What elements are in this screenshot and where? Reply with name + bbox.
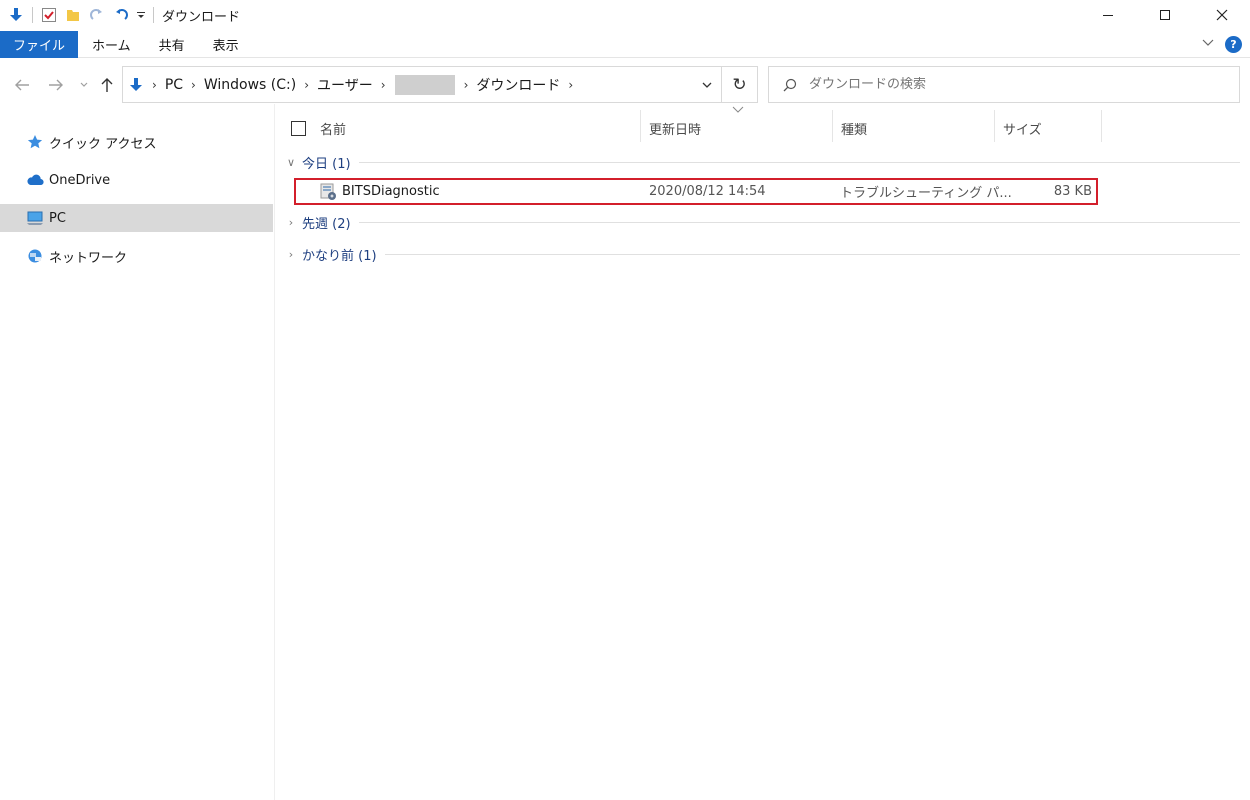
address-history-dropdown-icon[interactable] bbox=[699, 77, 715, 93]
title-bar: ダウンロード bbox=[0, 0, 1250, 30]
column-header-type[interactable]: 種類 bbox=[841, 108, 867, 148]
ribbon-tabs: ファイル ホーム 共有 表示 ? bbox=[0, 30, 1250, 58]
sort-chevron-icon bbox=[731, 104, 745, 114]
cloud-icon bbox=[26, 171, 44, 189]
breadcrumb-downloads[interactable]: ダウンロード bbox=[473, 75, 563, 95]
quick-access-toolbar bbox=[0, 0, 160, 30]
search-icon bbox=[783, 78, 797, 92]
title-separator bbox=[153, 7, 154, 23]
group-label: 先週 (2) bbox=[302, 216, 351, 232]
file-list-pane: 名前 更新日時 種類 サイズ ∨ 今日 (1) BITSDiagnostic 2… bbox=[276, 104, 1250, 800]
tab-home[interactable]: ホーム bbox=[78, 31, 145, 58]
breadcrumb-users[interactable]: ユーザー bbox=[314, 75, 376, 95]
sidebar-item-onedrive[interactable]: OneDrive bbox=[0, 166, 273, 194]
window-title: ダウンロード bbox=[162, 9, 241, 25]
column-type-label: 種類 bbox=[841, 122, 868, 138]
breadcrumb: › PC › Windows (C:) › ユーザー › › ダウンロード › bbox=[123, 67, 578, 102]
group-divider bbox=[384, 253, 1240, 255]
refresh-icon: ↻ bbox=[732, 74, 747, 95]
sidebar-item-pc[interactable]: PC bbox=[0, 204, 273, 232]
tab-view[interactable]: 表示 bbox=[199, 31, 253, 58]
sidebar-item-label: OneDrive bbox=[49, 172, 111, 188]
undo-icon[interactable] bbox=[111, 4, 131, 26]
computer-icon bbox=[26, 209, 44, 227]
properties-check-icon[interactable] bbox=[39, 4, 59, 26]
file-type: トラブルシューティング パ... bbox=[840, 186, 1012, 201]
group-label: 今日 (1) bbox=[302, 156, 351, 172]
customize-dropdown-icon[interactable] bbox=[135, 4, 147, 26]
file-name: BITSDiagnostic bbox=[342, 184, 440, 199]
forward-arrow-icon[interactable] bbox=[46, 75, 66, 95]
new-folder-icon[interactable] bbox=[63, 4, 83, 26]
close-button[interactable] bbox=[1193, 0, 1250, 30]
window-controls bbox=[1079, 0, 1250, 30]
breadcrumb-separator-icon[interactable]: › bbox=[459, 78, 474, 92]
breadcrumb-separator-icon[interactable]: › bbox=[299, 78, 314, 92]
navigation-pane: クイック アクセス OneDrive PC ネットワーク bbox=[0, 104, 275, 800]
breadcrumb-separator-icon[interactable]: › bbox=[376, 78, 391, 92]
search-box[interactable] bbox=[768, 66, 1240, 103]
group-header-long-ago[interactable]: › かなり前 (1) bbox=[284, 243, 1240, 265]
star-icon bbox=[26, 133, 44, 151]
file-date: 2020/08/12 14:54 bbox=[649, 184, 766, 199]
back-arrow-icon[interactable] bbox=[12, 75, 32, 95]
troubleshooting-pack-icon bbox=[318, 182, 338, 202]
refresh-button[interactable]: ↻ bbox=[722, 66, 758, 103]
maximize-button[interactable] bbox=[1136, 0, 1193, 30]
breadcrumb-drive-c[interactable]: Windows (C:) bbox=[201, 77, 299, 93]
column-divider[interactable] bbox=[640, 110, 641, 142]
group-header-today[interactable]: ∨ 今日 (1) bbox=[284, 151, 1240, 173]
column-header-size[interactable]: サイズ bbox=[1003, 108, 1042, 148]
expand-chevron-icon[interactable]: › bbox=[284, 216, 298, 229]
network-icon bbox=[26, 247, 44, 265]
expand-chevron-icon[interactable]: › bbox=[284, 248, 298, 261]
column-divider[interactable] bbox=[994, 110, 995, 142]
tab-share[interactable]: 共有 bbox=[145, 31, 199, 58]
group-divider bbox=[358, 161, 1240, 163]
up-arrow-icon[interactable] bbox=[97, 75, 117, 95]
file-size: 83 KB bbox=[1053, 184, 1092, 199]
redacted-username bbox=[394, 74, 455, 95]
column-size-label: サイズ bbox=[1003, 122, 1042, 138]
column-header-name[interactable]: 名前 bbox=[291, 108, 346, 148]
download-arrow-icon[interactable] bbox=[6, 4, 26, 26]
group-header-last-week[interactable]: › 先週 (2) bbox=[284, 211, 1240, 233]
sidebar-item-label: PC bbox=[49, 210, 66, 226]
breadcrumb-separator-icon[interactable]: › bbox=[186, 78, 201, 92]
address-row: › PC › Windows (C:) › ユーザー › › ダウンロード › … bbox=[0, 66, 1250, 104]
column-header-date[interactable]: 更新日時 bbox=[649, 108, 701, 148]
breadcrumb-pc[interactable]: PC bbox=[162, 77, 186, 93]
redo-icon[interactable] bbox=[87, 4, 107, 26]
breadcrumb-separator-icon[interactable]: › bbox=[147, 78, 162, 92]
minimize-button[interactable] bbox=[1079, 0, 1136, 30]
collapse-chevron-icon[interactable]: ∨ bbox=[284, 156, 298, 169]
ribbon-right-controls: ? bbox=[1201, 31, 1242, 58]
select-all-checkbox[interactable] bbox=[291, 120, 306, 136]
recent-locations-chevron-icon[interactable] bbox=[74, 75, 94, 95]
column-date-label: 更新日時 bbox=[649, 122, 702, 138]
toolbar-separator bbox=[32, 7, 33, 23]
sidebar-item-label: ネットワーク bbox=[49, 250, 128, 266]
group-label: かなり前 (1) bbox=[302, 248, 377, 264]
sidebar-item-quick-access[interactable]: クイック アクセス bbox=[0, 128, 273, 156]
column-divider[interactable] bbox=[832, 110, 833, 142]
download-location-icon bbox=[129, 77, 143, 93]
table-row[interactable]: BITSDiagnostic 2020/08/12 14:54 トラブルシューテ… bbox=[294, 178, 1098, 205]
help-icon[interactable]: ? bbox=[1225, 36, 1242, 53]
column-name-label: 名前 bbox=[320, 122, 347, 138]
expand-ribbon-chevron-icon[interactable] bbox=[1201, 37, 1215, 52]
group-divider bbox=[358, 221, 1240, 223]
column-divider[interactable] bbox=[1101, 110, 1102, 142]
search-input[interactable] bbox=[809, 77, 1209, 92]
tab-file[interactable]: ファイル bbox=[0, 30, 79, 58]
sidebar-item-label: クイック アクセス bbox=[49, 136, 157, 152]
sidebar-item-network[interactable]: ネットワーク bbox=[0, 242, 273, 270]
breadcrumb-separator-icon[interactable]: › bbox=[563, 78, 578, 92]
address-bar[interactable]: › PC › Windows (C:) › ユーザー › › ダウンロード › bbox=[122, 66, 722, 103]
